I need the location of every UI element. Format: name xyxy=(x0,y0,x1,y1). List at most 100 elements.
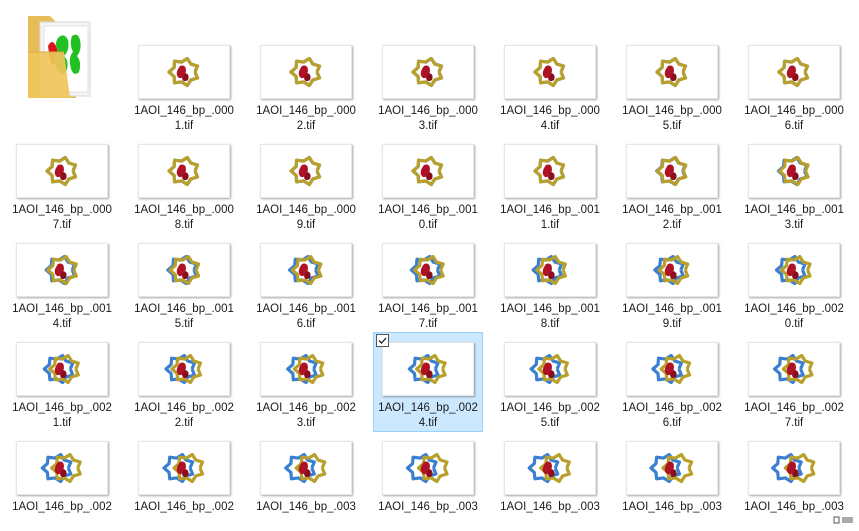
file-item[interactable]: 1AOI_146_bp_.002 1.tif xyxy=(7,332,117,432)
file-name-line1: 1AOI_146_bp_.002 xyxy=(134,501,234,513)
file-item[interactable]: 1AOI_146_bp_.002 0.tif xyxy=(739,233,849,333)
file-item[interactable]: 1AOI_146_bp_.001 5.tif xyxy=(129,233,239,333)
file-name: 1AOI_146_bp_.002 5.tif xyxy=(496,401,604,431)
file-thumbnail xyxy=(748,45,840,99)
file-name-line2: 5.tif xyxy=(540,417,560,429)
file-name: 1AOI_146_bp_.000 7.tif xyxy=(8,203,116,233)
file-item[interactable]: 1AOI_146_bp_.000 4.tif xyxy=(495,35,605,135)
file-thumbnail xyxy=(16,243,108,297)
file-name: 1AOI_146_bp_.002 xyxy=(130,500,238,515)
file-item[interactable]: 1AOI_146_bp_.000 2.tif xyxy=(251,35,361,135)
file-item[interactable]: 1AOI_146_bp_.001 2.tif xyxy=(617,134,727,234)
file-thumbnail xyxy=(748,243,840,297)
file-name-line2: 4.tif xyxy=(540,120,560,132)
file-item[interactable]: 1AOI_146_bp_.003 xyxy=(251,431,361,531)
file-item[interactable]: 1AOI_146_bp_.002 5.tif xyxy=(495,332,605,432)
file-item[interactable]: 1AOI_146_bp_.001 7.tif xyxy=(373,233,483,333)
file-thumbnail xyxy=(382,342,474,396)
file-name: 1AOI_146_bp_.002 xyxy=(8,500,116,515)
file-name: 1AOI_146_bp_.000 2.tif xyxy=(252,104,360,134)
file-item[interactable]: 1AOI_146_bp_.003 xyxy=(373,431,483,531)
view-toggle-icon[interactable] xyxy=(833,512,855,524)
file-name: 1AOI_146_bp_.001 1.tif xyxy=(496,203,604,233)
file-name-line1: 1AOI_146_bp_.003 xyxy=(500,501,600,513)
file-thumbnail xyxy=(138,144,230,198)
file-item[interactable]: 1AOI_146_bp_.001 0.tif xyxy=(373,134,483,234)
file-name: 1AOI_146_bp_.000 3.tif xyxy=(374,104,482,134)
file-item[interactable]: 1AOI_146_bp_.001 1.tif xyxy=(495,134,605,234)
file-name-line1: 1AOI_146_bp_.003 xyxy=(744,501,844,513)
file-thumbnail xyxy=(748,144,840,198)
file-name-line1: 1AOI_146_bp_.002 xyxy=(744,402,844,414)
file-item[interactable]: 1AOI_146_bp_.002 4.tif xyxy=(373,332,483,432)
file-item[interactable]: 1AOI_146_bp_.000 8.tif xyxy=(129,134,239,234)
file-name-line1: 1AOI_146_bp_.000 xyxy=(500,105,600,117)
file-name-line2: 0.tif xyxy=(784,318,804,330)
file-name: 1AOI_146_bp_.003 xyxy=(618,500,726,515)
file-name: 1AOI_146_bp_.001 5.tif xyxy=(130,302,238,332)
file-name-line1: 1AOI_146_bp_.000 xyxy=(622,105,722,117)
file-name: 1AOI_146_bp_.001 0.tif xyxy=(374,203,482,233)
file-name: 1AOI_146_bp_.001 3.tif xyxy=(740,203,848,233)
file-name: 1AOI_146_bp_.003 xyxy=(374,500,482,515)
file-thumbnail xyxy=(748,441,840,495)
file-item[interactable]: 1AOI_146_bp_.002 xyxy=(129,431,239,531)
file-thumbnail xyxy=(138,342,230,396)
file-thumbnail xyxy=(748,342,840,396)
file-name-line1: 1AOI_146_bp_.003 xyxy=(378,501,478,513)
selection-checkbox[interactable] xyxy=(376,334,389,347)
file-name: 1AOI_146_bp_.000 5.tif xyxy=(618,104,726,134)
file-name-line1: 1AOI_146_bp_.002 xyxy=(622,402,722,414)
file-name: 1AOI_146_bp_.001 2.tif xyxy=(618,203,726,233)
file-name-line2: 7.tif xyxy=(784,417,804,429)
file-name-line1: 1AOI_146_bp_.002 xyxy=(744,303,844,315)
file-item[interactable]: 1AOI_146_bp_.001 6.tif xyxy=(251,233,361,333)
file-thumbnail xyxy=(504,441,596,495)
file-name-line2: 6.tif xyxy=(296,318,316,330)
file-name-line1: 1AOI_146_bp_.002 xyxy=(134,402,234,414)
file-thumbnail xyxy=(138,45,230,99)
folder-item[interactable] xyxy=(26,12,96,102)
file-item[interactable]: 1AOI_146_bp_.002 7.tif xyxy=(739,332,849,432)
file-name: 1AOI_146_bp_.000 8.tif xyxy=(130,203,238,233)
file-item[interactable]: 1AOI_146_bp_.000 1.tif xyxy=(129,35,239,135)
file-item[interactable]: 1AOI_146_bp_.002 2.tif xyxy=(129,332,239,432)
file-item[interactable]: 1AOI_146_bp_.002 3.tif xyxy=(251,332,361,432)
file-item[interactable]: 1AOI_146_bp_.001 4.tif xyxy=(7,233,117,333)
file-thumbnail xyxy=(138,243,230,297)
file-item[interactable]: 1AOI_146_bp_.002 xyxy=(7,431,117,531)
file-item[interactable]: 1AOI_146_bp_.000 3.tif xyxy=(373,35,483,135)
file-name-line1: 1AOI_146_bp_.001 xyxy=(500,303,600,315)
file-name-line2: 2.tif xyxy=(174,417,194,429)
file-thumbnail xyxy=(260,243,352,297)
file-name: 1AOI_146_bp_.001 4.tif xyxy=(8,302,116,332)
file-name: 1AOI_146_bp_.002 7.tif xyxy=(740,401,848,431)
file-name: 1AOI_146_bp_.000 9.tif xyxy=(252,203,360,233)
file-thumbnail xyxy=(260,441,352,495)
file-item[interactable]: 1AOI_146_bp_.000 9.tif xyxy=(251,134,361,234)
file-item[interactable]: 1AOI_146_bp_.000 5.tif xyxy=(617,35,727,135)
file-name-line2: 9.tif xyxy=(662,318,682,330)
file-item[interactable]: 1AOI_146_bp_.001 3.tif xyxy=(739,134,849,234)
file-name-line1: 1AOI_146_bp_.002 xyxy=(378,402,478,414)
file-name-line2: 3.tif xyxy=(784,219,804,231)
file-item[interactable]: 1AOI_146_bp_.000 7.tif xyxy=(7,134,117,234)
file-thumbnail xyxy=(382,144,474,198)
file-thumbnail xyxy=(260,144,352,198)
file-thumbnail xyxy=(16,144,108,198)
file-thumbnail xyxy=(504,45,596,99)
file-item[interactable]: 1AOI_146_bp_.001 9.tif xyxy=(617,233,727,333)
file-thumbnail xyxy=(382,441,474,495)
file-name: 1AOI_146_bp_.000 4.tif xyxy=(496,104,604,134)
file-name-line2: 7.tif xyxy=(418,318,438,330)
file-thumbnail xyxy=(260,342,352,396)
file-item[interactable]: 1AOI_146_bp_.003 xyxy=(617,431,727,531)
file-name: 1AOI_146_bp_.001 9.tif xyxy=(618,302,726,332)
file-item[interactable]: 1AOI_146_bp_.002 6.tif xyxy=(617,332,727,432)
file-item[interactable]: 1AOI_146_bp_.001 8.tif xyxy=(495,233,605,333)
file-item[interactable]: 1AOI_146_bp_.003 xyxy=(495,431,605,531)
file-name-line2: 2.tif xyxy=(296,120,316,132)
file-name: 1AOI_146_bp_.003 xyxy=(252,500,360,515)
file-item[interactable]: 1AOI_146_bp_.000 6.tif xyxy=(739,35,849,135)
file-thumbnail xyxy=(504,342,596,396)
